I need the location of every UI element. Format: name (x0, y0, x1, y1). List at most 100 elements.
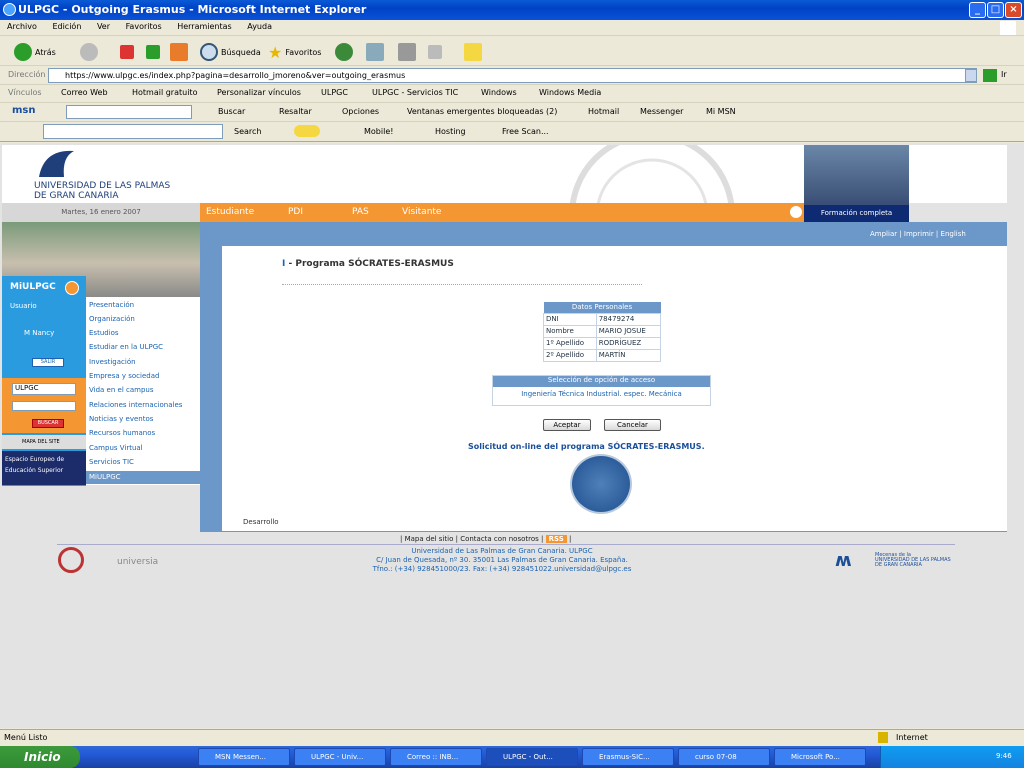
page-viewport: UNIVERSIDAD DE LAS PALMAS DE GRAN CANARI… (0, 143, 1024, 728)
smiley-icon[interactable] (294, 125, 320, 137)
menu-estudios[interactable]: Estudios (89, 329, 119, 337)
start-button[interactable]: Inicio (0, 746, 80, 768)
link-personalizar[interactable]: Personalizar vínculos (217, 88, 301, 97)
site-search-button[interactable]: BUSCAR (32, 419, 64, 428)
task-correo[interactable]: Correo :: INB... (390, 748, 482, 766)
menu-miulpgc[interactable]: MiULPGC (86, 471, 200, 484)
back-button[interactable]: Atrás (14, 43, 56, 61)
site-select[interactable]: ULPGC (12, 383, 76, 395)
nav-pas[interactable]: PAS (352, 207, 369, 217)
go-arrow-icon[interactable] (983, 69, 997, 82)
formacion-label: Formación completa (804, 205, 909, 222)
site-search-input[interactable] (12, 401, 76, 411)
menu-herramientas[interactable]: Herramientas (170, 20, 238, 31)
forward-button[interactable] (80, 43, 101, 61)
msn-hotmail-button[interactable]: Hotmail (588, 107, 619, 116)
my-msn-button[interactable]: Mi MSN (706, 107, 736, 116)
close-button[interactable]: × (1005, 2, 1022, 18)
msn-options-button[interactable]: Opciones (342, 107, 379, 116)
left-menu: Presentación Organización Estudios Estud… (86, 297, 200, 485)
link-hotmail[interactable]: Hotmail gratuito (132, 88, 197, 97)
task-ulpgc-out[interactable]: ULPGC - Out... (486, 748, 578, 766)
top-utility-links[interactable]: Ampliar | Imprimir | English (870, 230, 966, 238)
menu-ayuda[interactable]: Ayuda (240, 20, 278, 31)
menu-recursos[interactable]: Recursos humanos (89, 429, 155, 437)
link-ulpgc-tic[interactable]: ULPGC - Servicios TIC (372, 88, 458, 97)
clock[interactable]: 9:46 (996, 752, 1012, 760)
rss-badge[interactable]: RSS (545, 535, 567, 543)
home-button[interactable] (170, 43, 191, 61)
address-dropdown[interactable] (965, 69, 977, 82)
espacio-europeo-link[interactable]: Espacio Europeo de Educación Superior (2, 451, 86, 485)
window-title-bar[interactable]: ULPGC - Outgoing Erasmus - Microsoft Int… (0, 0, 1024, 20)
nav-visitante[interactable]: Visitante (402, 207, 441, 217)
footer-map-link[interactable]: Mapa del sitio (405, 535, 454, 543)
logout-button[interactable]: SALIR (32, 358, 64, 367)
menu-edicion[interactable]: Edición (45, 20, 87, 31)
cancel-button[interactable]: Cancelar (604, 419, 661, 431)
link-ulpgc[interactable]: ULPGC (321, 88, 348, 97)
menu-investigacion[interactable]: Investigación (89, 358, 136, 366)
edit-button[interactable] (428, 43, 445, 61)
menu-ver[interactable]: Ver (90, 20, 116, 31)
maximize-button[interactable]: □ (987, 2, 1004, 18)
address-bar: Dirección https://www.ulpgc.es/index.php… (0, 67, 1024, 85)
task-msn[interactable]: MSN Messen... (198, 748, 290, 766)
hosting-button[interactable]: Hosting (435, 127, 466, 136)
history-button[interactable] (335, 43, 356, 61)
formacion-banner[interactable]: Formación completa (804, 145, 909, 222)
menu-relaciones[interactable]: Relaciones internacionales (89, 401, 182, 409)
menu-vida[interactable]: Vida en el campus (89, 386, 153, 394)
footer-contact-link[interactable]: Contacta con nosotros (460, 535, 539, 543)
go-button[interactable]: Ir (1001, 70, 1007, 79)
menu-organizacion[interactable]: Organización (89, 315, 135, 323)
search-button[interactable]: Búsqueda (200, 43, 261, 61)
popup-blocker-button[interactable]: Ventanas emergentes bloqueadas (2) (407, 107, 557, 116)
msn-highlight-button[interactable]: Resaltar (279, 107, 312, 116)
site-map-link[interactable]: MAPA DEL SITE (2, 435, 86, 449)
menu-noticias[interactable]: Noticias y eventos (89, 415, 153, 423)
link-windows[interactable]: Windows (481, 88, 517, 97)
free-scan-button[interactable]: Free Scan... (502, 127, 549, 136)
play-icon[interactable] (790, 206, 802, 218)
menu-estudiar[interactable]: Estudiar en la ULPGC (89, 343, 163, 351)
msn-messenger-button[interactable]: Messenger (640, 107, 683, 116)
refresh-button[interactable] (146, 43, 163, 61)
favorites-button[interactable]: ★ Favoritos (268, 43, 321, 62)
nav-pdi[interactable]: PDI (288, 207, 303, 217)
mobile-button[interactable]: Mobile! (364, 127, 393, 136)
seal-watermark (569, 145, 735, 203)
menu-servicios-tic[interactable]: Servicios TIC (89, 458, 134, 466)
mecenas-text: Mecenas de la UNIVERSIDAD DE LAS PALMAS … (875, 552, 951, 568)
task-erasmus[interactable]: Erasmus-SIC... (582, 748, 674, 766)
footer-links: | Mapa del sitio | Contacta con nosotros… (400, 535, 572, 543)
address-input[interactable]: https://www.ulpgc.es/index.php?pagina=de… (48, 68, 977, 83)
accept-button[interactable]: Aceptar (543, 419, 591, 431)
menu-favoritos[interactable]: Favoritos (119, 20, 168, 31)
mail-button[interactable] (366, 43, 387, 61)
print-button[interactable] (398, 43, 419, 61)
toolbar-search-button[interactable]: Search (234, 127, 261, 136)
menu-empresa[interactable]: Empresa y sociedad (89, 372, 159, 380)
link-correo-web[interactable]: Correo Web (61, 88, 108, 97)
menu-presentacion[interactable]: Presentación (89, 301, 134, 309)
site-search-box: ULPGC BUSCAR (2, 378, 86, 433)
task-ulpgc-univ[interactable]: ULPGC - Univ... (294, 748, 386, 766)
toolbar-search-input[interactable] (43, 124, 223, 139)
nav-estudiante[interactable]: Estudiante (206, 207, 254, 217)
search-icon (200, 43, 218, 61)
taskbar: Inicio MSN Messen... ULPGC - Univ... Cor… (0, 746, 1024, 768)
miulpgc-arrow-icon[interactable] (65, 281, 79, 295)
task-curso[interactable]: curso 07-08 (678, 748, 770, 766)
msn-search-input[interactable] (66, 105, 192, 119)
task-powerpoint[interactable]: Microsoft Po... (774, 748, 866, 766)
back-arrow-icon (14, 43, 32, 61)
notes-button[interactable] (464, 43, 485, 61)
menu-archivo[interactable]: Archivo (0, 20, 43, 31)
link-windows-media[interactable]: Windows Media (539, 88, 601, 97)
menu-campus-virtual[interactable]: Campus Virtual (89, 444, 143, 452)
stop-button[interactable] (120, 43, 137, 61)
menu-bar: Archivo Edición Ver Favoritos Herramient… (0, 20, 1024, 36)
minimize-button[interactable]: _ (969, 2, 986, 18)
msn-search-button[interactable]: Buscar (218, 107, 245, 116)
